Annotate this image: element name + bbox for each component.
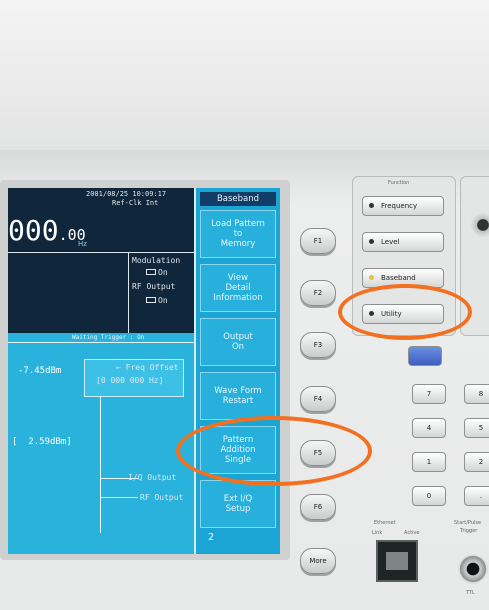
key-dot[interactable]: . xyxy=(464,486,489,506)
rf-output-state: On xyxy=(146,296,168,305)
softkey-output[interactable]: Output On xyxy=(200,318,276,366)
key-0[interactable]: 0 xyxy=(412,486,446,506)
baseband-diagram: Waiting Trigger : On -7.45dBm ← Freq Off… xyxy=(8,333,194,554)
rf-output-block-label: RF Output xyxy=(140,493,184,502)
signal-line-vertical xyxy=(100,397,101,533)
function-panel-title: Function xyxy=(388,180,410,186)
key-8[interactable]: 8 xyxy=(464,384,489,404)
iq-output-label: I/Q Output xyxy=(128,473,177,482)
blue-shift-key[interactable] xyxy=(408,346,442,366)
key-4[interactable]: 4 xyxy=(412,418,446,438)
rf-output-line xyxy=(100,497,138,498)
level-readout-1: -7.45dBm xyxy=(18,366,62,376)
frequency-readout: 000.00 xyxy=(8,214,86,247)
ref-clk-status: Ref-Clk Int xyxy=(112,199,159,207)
freq-offset-value: [0 000 000 Hz] xyxy=(96,376,164,385)
screen-status-area: 2001/08/25 10:09:17 Ref-Clk Int 000.00 H… xyxy=(8,188,194,333)
start-pulse-label: Start/Pulse xyxy=(454,520,482,526)
ethernet-label: Ethernet xyxy=(374,520,396,526)
freq-offset-label: ← Freq Offset xyxy=(116,363,179,372)
signal-generator-photo: 2001/08/25 10:09:17 Ref-Clk Int 000.00 H… xyxy=(0,0,489,610)
f1-key[interactable]: F1 xyxy=(300,228,336,254)
key-2[interactable]: 2 xyxy=(464,452,489,472)
divider-line xyxy=(8,252,194,253)
f2-key[interactable]: F2 xyxy=(300,280,336,306)
frequency-value: 000 xyxy=(8,214,59,247)
timestamp: 2001/08/25 10:09:17 xyxy=(86,190,167,198)
key-5[interactable]: 5 xyxy=(464,418,489,438)
key-1[interactable]: 1 xyxy=(412,452,446,472)
led-icon xyxy=(369,203,374,208)
rotary-knob-icon[interactable] xyxy=(470,212,489,238)
frequency-unit: Hz xyxy=(78,240,87,248)
link-label: Link xyxy=(372,530,383,536)
status-divider xyxy=(8,342,194,343)
f4-key[interactable]: F4 xyxy=(300,386,336,412)
softkey-waveform-restart[interactable]: Wave Form Restart xyxy=(200,372,276,420)
softkey-menu-title: Baseband xyxy=(200,192,276,206)
softkey-load-pattern[interactable]: Load Pattern to Memory xyxy=(200,210,276,258)
bnc-connector-icon[interactable] xyxy=(458,554,488,584)
active-label: Active xyxy=(404,530,420,536)
utility-highlight-ring xyxy=(338,284,472,340)
lcd-screen: 2001/08/25 10:09:17 Ref-Clk Int 000.00 H… xyxy=(8,188,280,554)
level-button[interactable]: Level xyxy=(362,232,444,252)
level-readout-2: [ 2.59dBm] xyxy=(12,437,72,447)
f3-key[interactable]: F3 xyxy=(300,332,336,358)
softkey-ext-iq-setup[interactable]: Ext I/Q Setup xyxy=(200,480,276,528)
trigger-label: Trigger xyxy=(460,528,478,534)
more-key[interactable]: More xyxy=(300,548,336,574)
led-icon xyxy=(369,239,374,244)
softkey-view-detail[interactable]: View Detail Information xyxy=(200,264,276,312)
rf-output-label: RF Output xyxy=(132,282,176,291)
divider-line-vertical xyxy=(128,252,129,333)
softkey-column: Baseband Load Pattern to Memory View Det… xyxy=(194,188,280,554)
ethernet-port-inner xyxy=(386,552,408,570)
key-7[interactable]: 7 xyxy=(412,384,446,404)
modulation-label: Modulation xyxy=(132,256,181,265)
f6-key[interactable]: F6 xyxy=(300,494,336,520)
ttl-label: TTL xyxy=(466,590,475,596)
pattern-addition-highlight-ring xyxy=(176,416,372,486)
page-indicator: 2 xyxy=(208,532,215,543)
led-icon xyxy=(369,275,374,280)
modulation-state: On xyxy=(146,268,168,277)
frequency-button[interactable]: Frequency xyxy=(362,196,444,216)
trigger-status: Waiting Trigger : On xyxy=(72,334,145,341)
